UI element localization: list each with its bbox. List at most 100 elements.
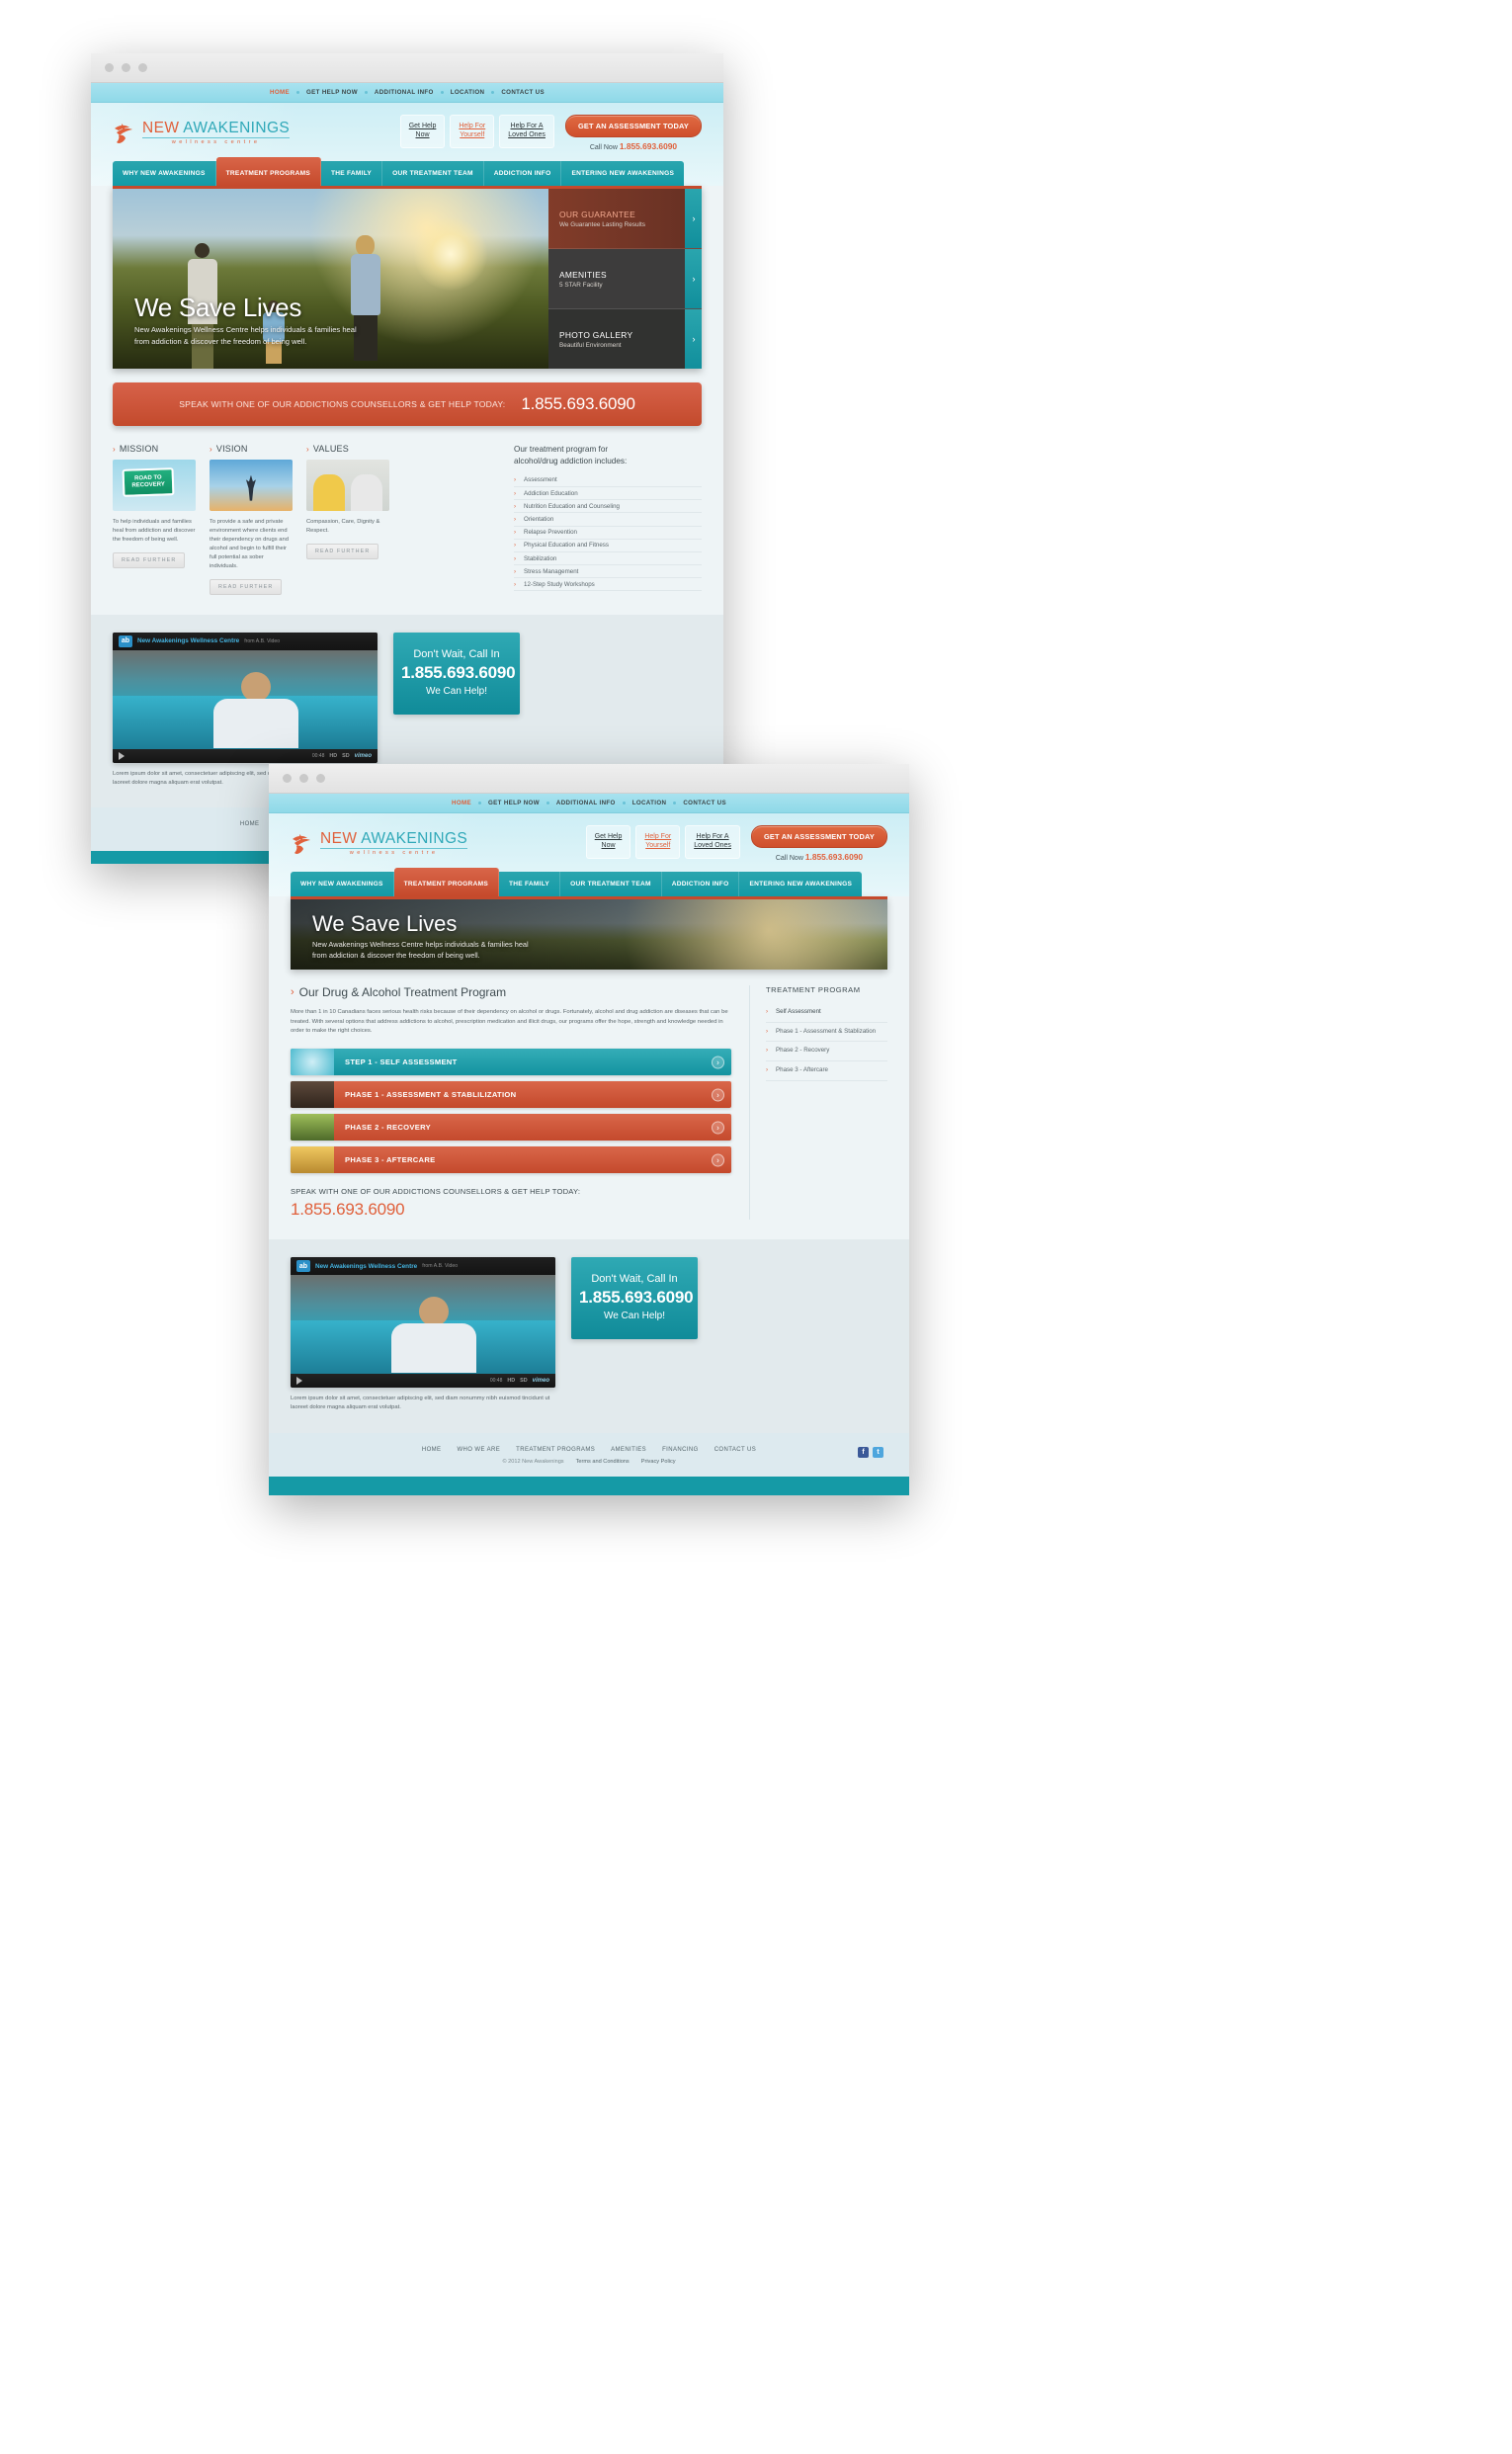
pill-line-1: Help For A — [510, 123, 544, 129]
utility-nav-item-additional-info[interactable]: ADDITIONAL INFO — [375, 89, 434, 96]
call-now-number[interactable]: 1.855.693.6090 — [620, 141, 677, 151]
video-controls[interactable]: 00:48 HD SD vimeo — [291, 1374, 555, 1389]
values-read-further-button[interactable]: READ FURTHER — [306, 543, 379, 559]
window-minimize-dot[interactable] — [122, 63, 130, 72]
footer-link-who-we-are[interactable]: WHO WE ARE — [457, 1447, 500, 1453]
chevron-right-icon[interactable]: › — [685, 309, 702, 369]
site-logo[interactable]: NEW AWAKENINGS wellness centre — [291, 830, 468, 857]
footer-link-financing[interactable]: FINANCING — [662, 1447, 699, 1453]
help-for-yourself-button[interactable]: Help For Yourself — [450, 115, 495, 148]
help-box-phone[interactable]: 1.855.693.6090 — [401, 663, 516, 683]
sidebar-item-phase-3[interactable]: Phase 3 - Aftercare — [766, 1061, 887, 1081]
get-help-now-button[interactable]: Get Help Now — [399, 115, 446, 148]
play-icon[interactable] — [296, 1377, 302, 1386]
chevron-right-icon[interactable]: › — [712, 1121, 724, 1135]
mission-read-further-button[interactable]: READ FURTHER — [113, 551, 186, 568]
window-maximize-dot[interactable] — [138, 63, 147, 72]
tab-the-family[interactable]: THE FAMILY — [498, 872, 561, 896]
chevron-right-icon[interactable]: › — [712, 1088, 724, 1102]
vimeo-logo[interactable]: vimeo — [355, 753, 372, 759]
chevron-right-icon[interactable]: › — [712, 1056, 724, 1069]
nav-separator-dot — [478, 802, 482, 804]
sidebar-item-phase-1[interactable]: Phase 1 - Assessment & Stablization — [766, 1023, 887, 1043]
footer-link-home[interactable]: HOME — [422, 1447, 442, 1453]
video-player[interactable]: ab New Awakenings Wellness Centre from A… — [291, 1257, 555, 1389]
utility-nav-item-contact-us[interactable]: CONTACT US — [683, 800, 726, 806]
step-phase-3-aftercare[interactable]: PHASE 3 - AFTERCARE › — [291, 1146, 731, 1174]
tab-the-family[interactable]: THE FAMILY — [320, 161, 383, 186]
tab-our-treatment-team[interactable]: OUR TREATMENT TEAM — [382, 161, 484, 186]
utility-nav-item-get-help-now[interactable]: GET HELP NOW — [306, 89, 358, 96]
hero-panel-amenities[interactable]: AMENITIES 5 STAR Facility › — [548, 249, 702, 309]
footer-terms-link[interactable]: Terms and Conditions — [576, 1459, 630, 1465]
twitter-icon[interactable]: t — [873, 1446, 883, 1458]
speak-counsellor-number[interactable]: 1.855.693.6090 — [291, 1200, 731, 1220]
utility-nav-item-get-help-now[interactable]: GET HELP NOW — [488, 800, 540, 806]
tab-our-treatment-team[interactable]: OUR TREATMENT TEAM — [560, 872, 662, 896]
footer-link-contact-us[interactable]: CONTACT US — [714, 1447, 756, 1453]
tab-treatment-programs[interactable]: TREATMENT PROGRAMS — [215, 157, 321, 186]
step-thumbnail — [291, 1146, 334, 1174]
footer-link-home[interactable]: HOME — [240, 821, 260, 827]
utility-nav-item-contact-us[interactable]: CONTACT US — [501, 89, 545, 96]
video-quality-hd[interactable]: HD — [507, 1378, 515, 1384]
window-minimize-dot[interactable] — [299, 774, 308, 783]
play-icon[interactable] — [119, 751, 125, 760]
speak-counsellor-band[interactable]: SPEAK WITH ONE OF OUR ADDICTIONS COUNSEL… — [113, 382, 702, 426]
window-close-dot[interactable] — [283, 774, 292, 783]
help-box-line1: Don't Wait, Call In — [591, 1273, 678, 1286]
help-for-loved-ones-button[interactable]: Help For A Loved Ones — [685, 825, 740, 859]
video-controls[interactable]: 00:48 HD SD vimeo — [113, 748, 378, 763]
utility-nav-item-home[interactable]: HOME — [452, 800, 471, 806]
tab-why-new-awakenings[interactable]: WHY NEW AWAKENINGS — [113, 161, 216, 186]
get-help-now-button[interactable]: Get Help Now — [585, 825, 631, 859]
sidebar-item-self-assessment[interactable]: Self Assessment — [766, 1003, 887, 1023]
utility-nav-item-location[interactable]: LOCATION — [632, 800, 667, 806]
footer-link-treatment-programs[interactable]: TREATMENT PROGRAMS — [516, 1447, 595, 1453]
site-logo[interactable]: NEW AWAKENINGS wellness centre — [113, 120, 291, 146]
footer-link-amenities[interactable]: AMENITIES — [611, 1447, 646, 1453]
tab-entering-new-awakenings[interactable]: ENTERING NEW AWAKENINGS — [561, 161, 685, 186]
sidebar-item-phase-2[interactable]: Phase 2 - Recovery — [766, 1042, 887, 1062]
call-now-number[interactable]: 1.855.693.6090 — [805, 852, 863, 862]
footer-privacy-link[interactable]: Privacy Policy — [641, 1459, 676, 1465]
tab-addiction-info[interactable]: ADDICTION INFO — [483, 161, 562, 186]
vimeo-logo[interactable]: vimeo — [533, 1378, 549, 1384]
hero-panel-our-guarantee[interactable]: OUR GUARANTEE We Guarantee Lasting Resul… — [548, 189, 702, 249]
help-box-phone[interactable]: 1.855.693.6090 — [579, 1288, 694, 1308]
list-item: Physical Education and Fitness — [514, 540, 702, 552]
chevron-right-icon[interactable]: › — [685, 249, 702, 308]
tab-treatment-programs[interactable]: TREATMENT PROGRAMS — [393, 868, 499, 896]
tab-why-new-awakenings[interactable]: WHY NEW AWAKENINGS — [291, 872, 394, 896]
window-close-dot[interactable] — [105, 63, 114, 72]
dont-wait-call-box[interactable]: Don't Wait, Call In 1.855.693.6090 We Ca… — [393, 632, 520, 715]
get-assessment-today-button[interactable]: GET AN ASSESSMENT TODAY — [750, 825, 887, 848]
tab-entering-new-awakenings[interactable]: ENTERING NEW AWAKENINGS — [739, 872, 863, 896]
help-for-yourself-button[interactable]: Help For Yourself — [635, 825, 681, 859]
utility-nav-item-home[interactable]: HOME — [270, 89, 290, 96]
dont-wait-call-box[interactable]: Don't Wait, Call In 1.855.693.6090 We Ca… — [571, 1257, 698, 1340]
video-quality-sd[interactable]: SD — [342, 753, 350, 759]
utility-nav-item-additional-info[interactable]: ADDITIONAL INFO — [556, 800, 616, 806]
chevron-right-icon[interactable]: › — [712, 1153, 724, 1167]
window-maximize-dot[interactable] — [316, 774, 325, 783]
video-frame-man-by-pool[interactable] — [291, 1275, 555, 1375]
video-title-bar: ab New Awakenings Wellness Centre from A… — [291, 1257, 555, 1276]
vision-read-further-button[interactable]: READ FURTHER — [210, 578, 283, 595]
utility-nav-item-location[interactable]: LOCATION — [451, 89, 485, 96]
hero-panel-photo-gallery[interactable]: PHOTO GALLERY Beautiful Environment › — [548, 309, 702, 369]
video-frame-man-by-pool[interactable] — [113, 649, 378, 749]
step-phase-1-assessment-stabilization[interactable]: PHASE 1 - ASSESSMENT & STABLILIZATION › — [291, 1081, 731, 1109]
step-phase-2-recovery[interactable]: PHASE 2 - RECOVERY › — [291, 1114, 731, 1142]
facebook-icon[interactable]: f — [858, 1446, 869, 1458]
video-quality-sd[interactable]: SD — [520, 1378, 528, 1384]
list-item: Addiction Education — [514, 487, 702, 501]
tab-addiction-info[interactable]: ADDICTION INFO — [661, 872, 740, 896]
speak-counsellor-number[interactable]: 1.855.693.6090 — [521, 394, 635, 414]
video-quality-hd[interactable]: HD — [329, 753, 337, 759]
video-player[interactable]: ab New Awakenings Wellness Centre from A… — [113, 632, 378, 763]
get-assessment-today-button[interactable]: GET AN ASSESSMENT TODAY — [564, 115, 702, 137]
step-self-assessment[interactable]: STEP 1 - SELF ASSESSMENT › — [291, 1049, 731, 1076]
chevron-right-icon[interactable]: › — [685, 189, 702, 248]
help-for-loved-ones-button[interactable]: Help For A Loved Ones — [499, 115, 554, 148]
